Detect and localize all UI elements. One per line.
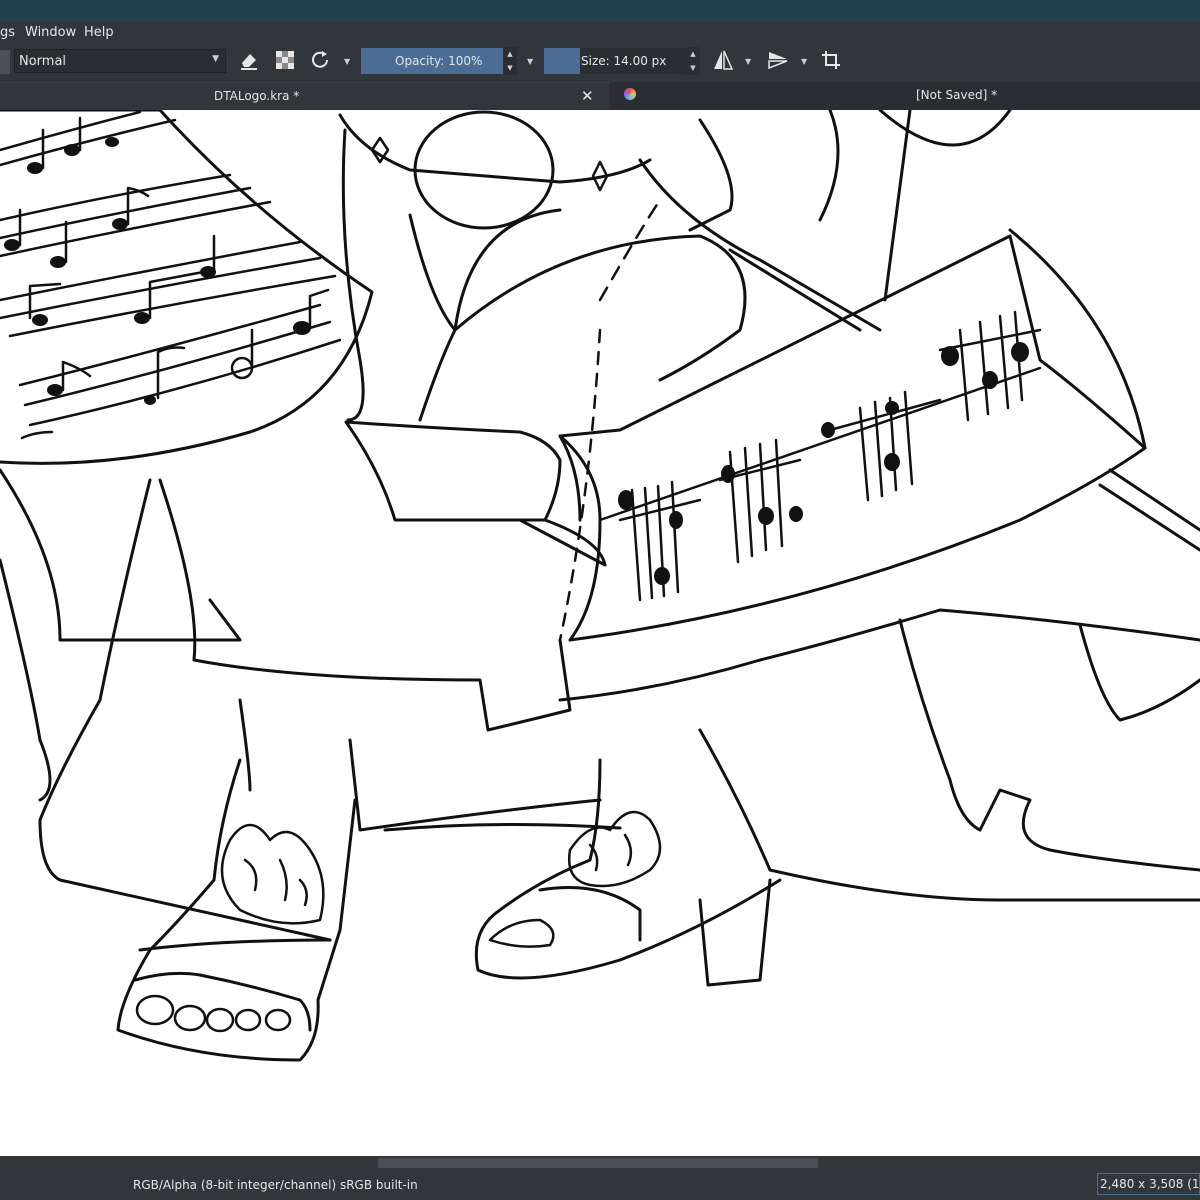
brush-icon[interactable] [0, 50, 10, 74]
alpha-lock-icon[interactable] [273, 49, 297, 73]
reload-preset-icon[interactable] [308, 49, 332, 73]
chevron-down-icon[interactable]: ▼ [344, 57, 350, 66]
eraser-icon[interactable] [237, 49, 261, 73]
tab-title: [Not Saved] * [916, 88, 998, 102]
mirror-horizontal-icon[interactable] [711, 49, 735, 73]
chevron-down-icon[interactable]: ▼ [527, 57, 533, 66]
size-fill [544, 48, 580, 74]
opacity-spinner[interactable]: ▲ ▼ [503, 47, 517, 75]
document-tab-bar: DTALogo.kra * ✕ [Not Saved] * [0, 82, 1200, 111]
opacity-label: Opacity: 100% [395, 54, 483, 68]
menu-window[interactable]: Window [25, 25, 76, 40]
opacity-slider[interactable]: Opacity: 100% [361, 48, 503, 74]
image-dimensions[interactable]: 2,480 x 3,508 (157.5 [1097, 1173, 1200, 1195]
drawing-canvas[interactable] [0, 110, 1200, 1156]
line-art-drawing [0, 110, 1200, 1062]
tab-title: DTALogo.kra * [214, 89, 300, 103]
color-space-info: RGB/Alpha (8-bit integer/channel) sRGB b… [133, 1178, 418, 1192]
menu-help[interactable]: Help [84, 25, 114, 40]
menu-settings[interactable]: gs [0, 25, 15, 40]
blend-mode-select[interactable]: Normal ▼ [14, 49, 226, 73]
size-slider[interactable]: Size: 14.00 px [544, 48, 686, 74]
size-label: Size: 14.00 px [581, 54, 667, 68]
blend-mode-value: Normal [19, 54, 67, 69]
close-icon[interactable]: ✕ [581, 87, 594, 105]
image-dimensions-text: 2,480 x 3,508 (157.5 [1100, 1177, 1200, 1191]
chevron-down-icon: ▼ [212, 54, 219, 64]
scrollbar-thumb[interactable] [378, 1158, 818, 1168]
tab-not-saved[interactable]: [Not Saved] * [612, 82, 1200, 110]
status-bar: RGB/Alpha (8-bit integer/channel) sRGB b… [0, 1170, 1200, 1200]
menu-bar: gs Window Help [0, 22, 1200, 44]
title-bar [0, 0, 1200, 22]
mirror-vertical-icon[interactable] [766, 49, 790, 73]
tab-dtalogo[interactable]: DTALogo.kra * ✕ [0, 82, 610, 111]
size-spinner[interactable]: ▲ ▼ [686, 47, 700, 75]
wrap-around-icon[interactable] [819, 49, 843, 73]
document-color-icon [624, 88, 636, 100]
chevron-down-icon[interactable]: ▼ [745, 57, 751, 66]
chevron-down-icon[interactable]: ▼ [801, 57, 807, 66]
horizontal-scrollbar[interactable] [0, 1156, 1200, 1170]
